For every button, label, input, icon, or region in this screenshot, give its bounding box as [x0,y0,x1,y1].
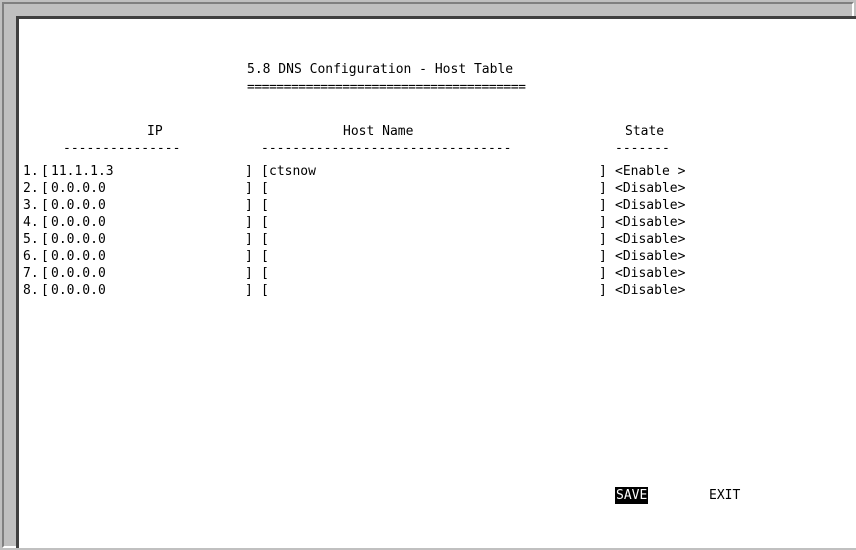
state-toggle[interactable]: <Disable> [615,282,685,299]
host-table: 1. [ 11.1.1.3 ] [ ctsnow ] <Enable > 2. … [19,163,839,299]
bracket-open: [ [261,198,269,213]
table-row: 5. [ 0.0.0.0 ] [ ] <Disable> [19,231,839,248]
bracket-open: [ [41,215,49,230]
bracket-open: [ [41,232,49,247]
bracket-close: ] [599,249,607,264]
table-row: 2. [ 0.0.0.0 ] [ ] <Disable> [19,180,839,197]
row-index: 8. [23,283,39,298]
bracket-close: ] [599,181,607,196]
table-row: 3. [ 0.0.0.0 ] [ ] <Disable> [19,197,839,214]
state-toggle[interactable]: <Enable > [615,163,685,180]
column-header-ip: IP [147,124,163,139]
column-rule-state: ------- [615,141,670,156]
column-header-state: State [625,124,665,139]
bracket-open: [ [41,198,49,213]
bracket-close: ] [245,232,253,247]
bracket-close: ] [245,283,253,298]
page-title: 5.8 DNS Configuration - Host Table [247,62,514,77]
ip-field[interactable]: 0.0.0.0 [51,180,106,197]
bracket-close: ] [599,232,607,247]
bracket-open: [ [261,249,269,264]
bracket-close: ] [245,164,253,179]
ip-field[interactable]: 0.0.0.0 [51,197,106,214]
bracket-close: ] [599,164,607,179]
console-window: 5.8 DNS Configuration - Host Table =====… [0,0,856,550]
ip-field[interactable]: 0.0.0.0 [51,248,106,265]
row-index: 2. [23,181,39,196]
table-row: 7. [ 0.0.0.0 ] [ ] <Disable> [19,265,839,282]
bracket-open: [ [261,283,269,298]
host-name-field[interactable]: ctsnow [269,163,316,180]
bracket-open: [ [261,164,269,179]
bracket-open: [ [261,215,269,230]
column-header-host-name: Host Name [343,124,414,139]
ip-field[interactable]: 0.0.0.0 [51,265,106,282]
state-toggle[interactable]: <Disable> [615,180,685,197]
bracket-open: [ [261,181,269,196]
state-toggle[interactable]: <Disable> [615,214,685,231]
ip-field[interactable]: 0.0.0.0 [51,231,106,248]
bracket-close: ] [245,215,253,230]
state-toggle[interactable]: <Disable> [615,265,685,282]
bracket-close: ] [599,198,607,213]
bracket-open: [ [41,283,49,298]
bracket-open: [ [41,164,49,179]
exit-button[interactable]: EXIT [709,487,740,504]
bracket-close: ] [245,249,253,264]
bracket-close: ] [245,266,253,281]
table-row: 6. [ 0.0.0.0 ] [ ] <Disable> [19,248,839,265]
terminal-screen: 5.8 DNS Configuration - Host Table =====… [16,16,856,548]
table-row: 1. [ 11.1.1.3 ] [ ctsnow ] <Enable > [19,163,839,180]
ip-field[interactable]: 0.0.0.0 [51,282,106,299]
bracket-open: [ [41,181,49,196]
bracket-close: ] [599,283,607,298]
ip-field[interactable]: 11.1.1.3 [51,163,114,180]
row-index: 4. [23,215,39,230]
bracket-open: [ [41,249,49,264]
bracket-close: ] [599,215,607,230]
row-index: 6. [23,249,39,264]
bracket-open: [ [261,266,269,281]
row-index: 1. [23,164,39,179]
bracket-close: ] [599,266,607,281]
state-toggle[interactable]: <Disable> [615,231,685,248]
state-toggle[interactable]: <Disable> [615,248,685,265]
bracket-close: ] [245,198,253,213]
row-index: 5. [23,232,39,247]
save-button[interactable]: SAVE [615,487,649,504]
bracket-open: [ [261,232,269,247]
title-underline: ====================================== [247,80,526,95]
bracket-close: ] [245,181,253,196]
bracket-open: [ [41,266,49,281]
ip-field[interactable]: 0.0.0.0 [51,214,106,231]
column-rule-ip: --------------- [63,141,181,156]
table-row: 4. [ 0.0.0.0 ] [ ] <Disable> [19,214,839,231]
column-rule-host-name: -------------------------------- [261,141,512,156]
row-index: 3. [23,198,39,213]
table-row: 8. [ 0.0.0.0 ] [ ] <Disable> [19,282,839,299]
row-index: 7. [23,266,39,281]
state-toggle[interactable]: <Disable> [615,197,685,214]
